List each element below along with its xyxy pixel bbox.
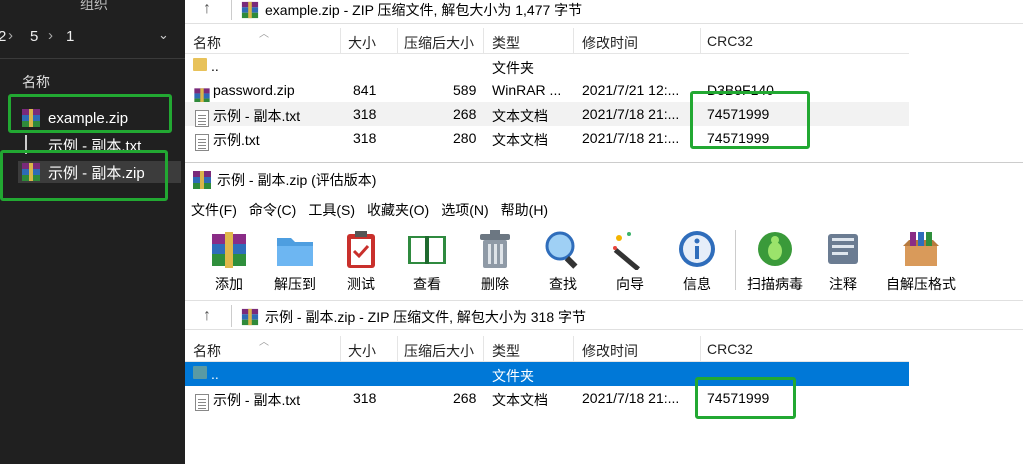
text-file-icon [22, 135, 42, 154]
divider [231, 0, 232, 20]
zip-archive-icon [241, 308, 259, 326]
col-mtime[interactable]: 修改时间 [582, 341, 638, 361]
archive-path[interactable]: 示例 - 副本.zip - ZIP 压缩文件, 解包大小为 318 字节 [241, 307, 586, 327]
sfx-button[interactable]: 自解压格式 [881, 228, 961, 294]
list-header: ︿ 名称 大小 压缩后大小 类型 修改时间 CRC32 [185, 336, 909, 362]
note-icon [822, 228, 864, 270]
table-row[interactable]: password.zip 841 589 WinRAR ... 2021/7/2… [185, 78, 909, 104]
explorer-panel: 组织 2 › 5 › 1 ⌄ 名称 example.zip 示例 - 副本.tx… [0, 0, 185, 464]
extract-to-button[interactable]: 解压到 [263, 228, 327, 294]
menu-bar: 文件(F) 命令(C) 工具(S) 收藏夹(O) 选项(N) 帮助(H) [185, 198, 1023, 222]
info-icon [676, 228, 718, 270]
add-archive-icon [208, 228, 250, 270]
col-crc[interactable]: CRC32 [707, 341, 753, 357]
table-row[interactable]: 示例.txt 318 280 文本文档 2021/7/18 21:... 745… [185, 126, 909, 151]
info-button[interactable]: 信息 [665, 228, 729, 294]
col-mtime[interactable]: 修改时间 [582, 33, 638, 53]
menu-options[interactable]: 选项(N) [441, 198, 488, 222]
list-header: ︿ 名称 大小 压缩后大小 类型 修改时间 CRC32 [185, 28, 909, 54]
column-header-name[interactable]: 名称 [22, 72, 50, 92]
file-copy-txt[interactable]: 示例 - 副本.txt [22, 134, 141, 156]
virus-bug-icon [754, 228, 796, 270]
magic-wand-icon [609, 228, 651, 272]
winrar-app-icon [193, 170, 211, 189]
scan-virus-button[interactable]: 扫描病毒 [742, 228, 808, 294]
comment-button[interactable]: 注释 [811, 228, 875, 294]
breadcrumb: 2 › 5 › 1 ⌄ [0, 27, 185, 50]
col-size[interactable]: 大小 [348, 341, 376, 361]
book-icon [406, 228, 448, 270]
zip-archive-icon [241, 1, 259, 19]
file-label: 示例 - 副本.zip [48, 164, 145, 182]
trash-icon [474, 228, 516, 270]
file-label: 示例 - 副本.txt [48, 137, 142, 155]
path-text: 示例 - 副本.zip - ZIP 压缩文件, 解包大小为 318 字节 [265, 309, 587, 325]
col-packed[interactable]: 压缩后大小 [404, 341, 474, 361]
file-list-2: ︿ 名称 大小 压缩后大小 类型 修改时间 CRC32 .. 文件夹 示例 - … [185, 336, 1023, 464]
file-example-zip[interactable]: example.zip [22, 107, 128, 129]
path-text: example.zip - ZIP 压缩文件, 解包大小为 1,477 字节 [265, 2, 583, 18]
col-packed[interactable]: 压缩后大小 [404, 33, 474, 53]
toolbar-divider [735, 230, 736, 290]
chevron-down-icon[interactable]: ⌄ [158, 27, 169, 43]
chevron-right-icon: › [8, 27, 13, 44]
archive-path[interactable]: example.zip - ZIP 压缩文件, 解包大小为 1,477 字节 [241, 0, 582, 20]
breadcrumb-item[interactable]: 5 [30, 28, 38, 45]
sort-up-icon: ︿ [259, 29, 269, 40]
organize-label[interactable]: 组织 [80, 0, 108, 14]
address-bar: ↑ 示例 - 副本.zip - ZIP 压缩文件, 解包大小为 318 字节 [185, 300, 1023, 330]
zip-archive-icon [22, 109, 42, 127]
magnifier-icon [542, 228, 584, 270]
wizard-button[interactable]: 向导 [598, 228, 662, 294]
col-name[interactable]: 名称 [193, 33, 221, 53]
col-type[interactable]: 类型 [492, 33, 520, 53]
divider [231, 305, 232, 327]
menu-favorites[interactable]: 收藏夹(O) [367, 198, 429, 222]
box-archive-icon [900, 228, 942, 270]
window-title: 示例 - 副本.zip (评估版本) [217, 171, 377, 188]
file-copy-zip[interactable]: 示例 - 副本.zip [18, 161, 181, 183]
folder-icon [193, 366, 207, 379]
folder-icon [193, 58, 207, 71]
add-button[interactable]: 添加 [197, 228, 261, 294]
zip-archive-icon [22, 163, 42, 181]
col-crc[interactable]: CRC32 [707, 33, 753, 49]
folder-extract-icon [274, 228, 316, 270]
test-button[interactable]: 测试 [329, 228, 393, 294]
col-name[interactable]: 名称 [193, 341, 221, 361]
find-button[interactable]: 查找 [531, 228, 595, 294]
col-type[interactable]: 类型 [492, 341, 520, 361]
menu-commands[interactable]: 命令(C) [249, 198, 296, 222]
window-title-bar: 示例 - 副本.zip (评估版本) [185, 162, 1023, 196]
up-arrow-icon[interactable]: ↑ [195, 0, 219, 20]
chevron-right-icon: › [48, 27, 53, 44]
toolbar: 添加 解压到 测试 查看 删除 查找 向导 信息 扫描病毒 注释 自解压格式 [185, 222, 1023, 298]
breadcrumb-item[interactable]: 2 [0, 28, 6, 45]
menu-help[interactable]: 帮助(H) [501, 198, 548, 222]
view-button[interactable]: 查看 [395, 228, 459, 294]
file-list-1: ︿ 名称 大小 压缩后大小 类型 修改时间 CRC32 .. 文件夹 passw… [185, 28, 1023, 160]
breadcrumb-item[interactable]: 1 [66, 28, 74, 45]
sort-up-icon: ︿ [259, 337, 269, 348]
up-arrow-icon[interactable]: ↑ [195, 305, 219, 327]
col-size[interactable]: 大小 [348, 33, 376, 53]
table-row[interactable]: .. 文件夹 [185, 362, 909, 386]
menu-tools[interactable]: 工具(S) [308, 198, 355, 222]
address-bar: ↑ example.zip - ZIP 压缩文件, 解包大小为 1,477 字节 [185, 0, 1023, 24]
delete-button[interactable]: 删除 [463, 228, 527, 294]
table-row[interactable]: 示例 - 副本.txt 318 268 文本文档 2021/7/18 21:..… [185, 386, 909, 411]
divider [0, 58, 185, 59]
menu-file[interactable]: 文件(F) [191, 198, 237, 222]
table-row[interactable]: 示例 - 副本.txt 318 268 文本文档 2021/7/18 21:..… [185, 102, 909, 127]
table-row[interactable]: .. 文件夹 [185, 54, 909, 78]
clipboard-check-icon [340, 228, 382, 270]
file-label: example.zip [48, 109, 129, 127]
